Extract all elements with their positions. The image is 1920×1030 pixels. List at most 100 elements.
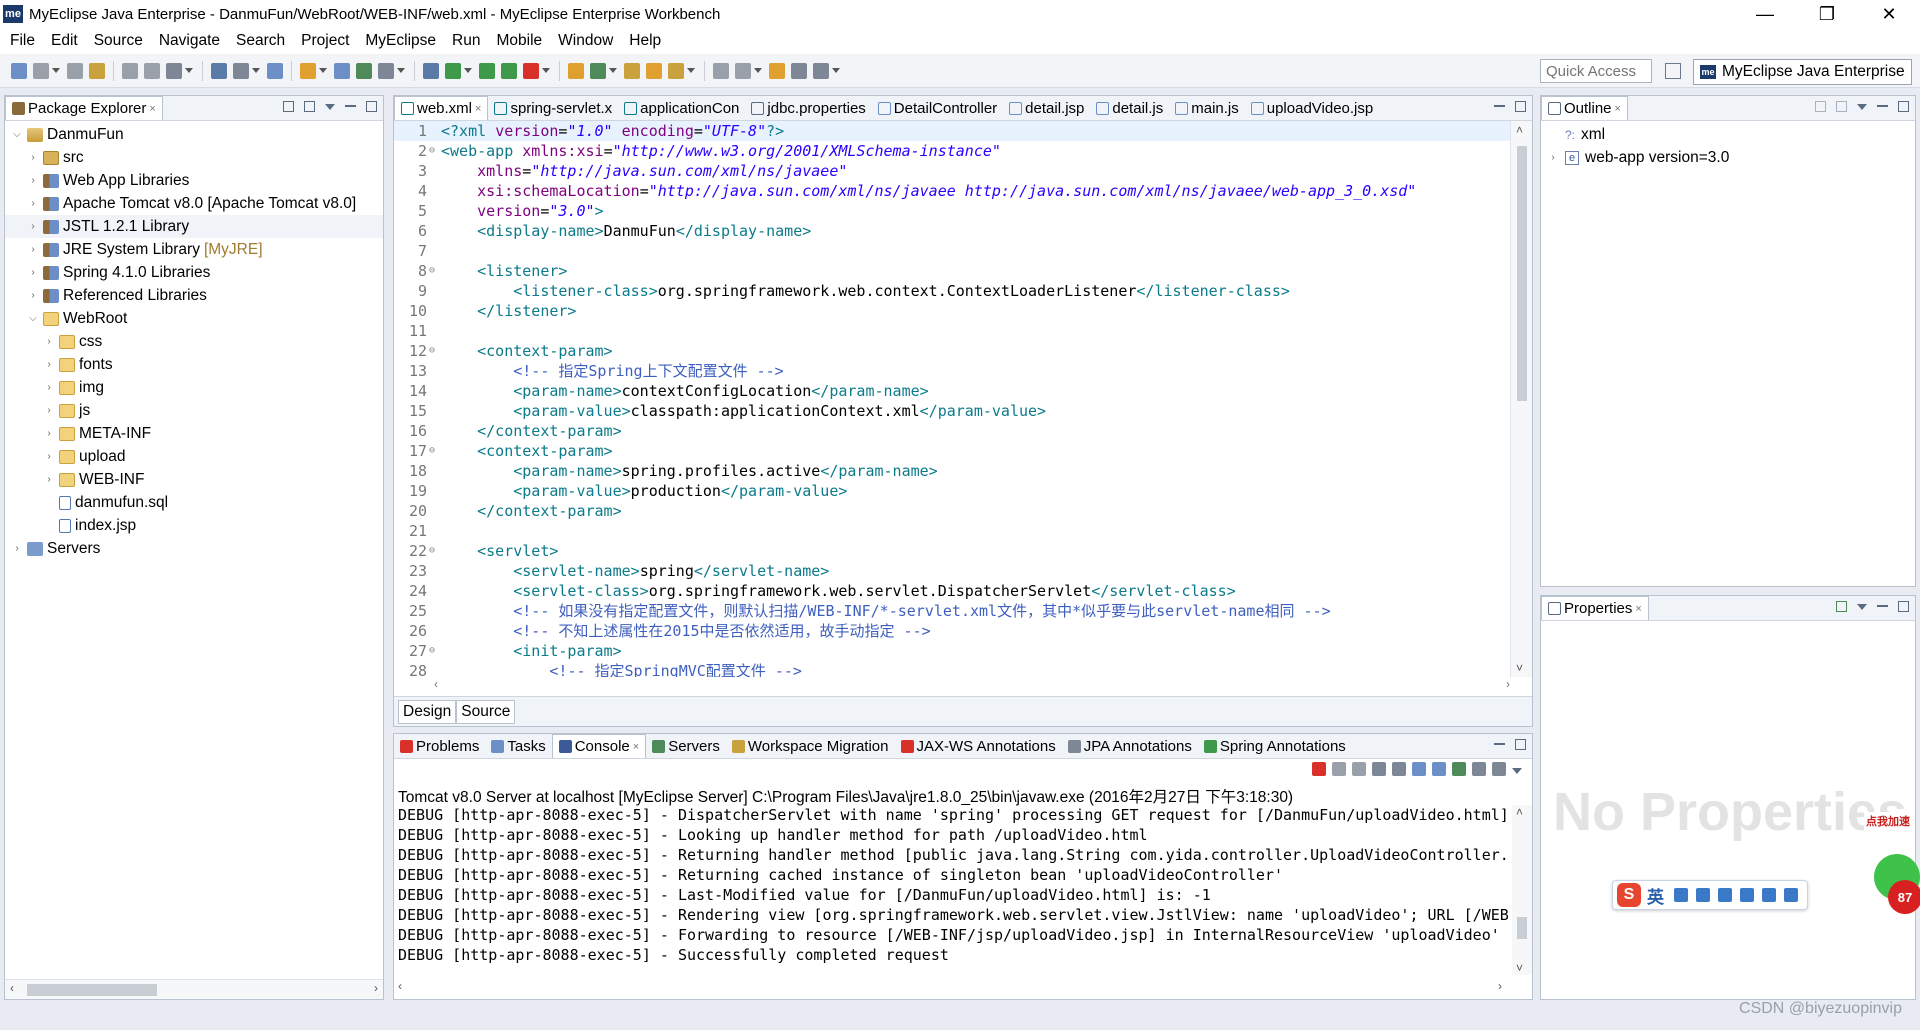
dropdown-arrow-icon[interactable] [52, 68, 60, 73]
tree-item[interactable]: › fonts [5, 353, 383, 376]
skin-icon[interactable] [1762, 888, 1776, 902]
tree-item[interactable]: › Spring 4.1.0 Libraries [5, 261, 383, 284]
twisty-icon[interactable]: › [27, 152, 39, 163]
scroll-up-icon[interactable]: ˄ [1516, 805, 1523, 819]
editor-tab[interactable]: detail.jsp [1003, 96, 1090, 120]
tab-spring-annotations[interactable]: Spring Annotations [1198, 734, 1352, 758]
new-icon[interactable] [11, 62, 27, 79]
editor-tab[interactable]: jdbc.properties [745, 96, 871, 120]
perspective-button[interactable]: me MyEclipse Java Enterprise [1693, 59, 1912, 85]
open-console-icon[interactable] [1492, 762, 1506, 776]
tab-jpa-annotations[interactable]: JPA Annotations [1062, 734, 1198, 758]
dropdown-arrow-icon[interactable] [319, 68, 327, 73]
twisty-icon[interactable]: › [43, 382, 55, 393]
scroll-down-icon[interactable]: ˅ [1516, 661, 1523, 675]
new-package-icon[interactable] [568, 62, 584, 79]
horizontal-scrollbar[interactable]: ‹ › [5, 979, 383, 999]
tree-item[interactable]: danmufun.sql [5, 491, 383, 514]
open-resource-icon[interactable] [267, 62, 283, 79]
server-icon[interactable] [356, 62, 372, 79]
outline-item[interactable]: ?: xml [1547, 123, 1915, 146]
editor-tab[interactable]: main.js [1169, 96, 1245, 120]
twisty-icon[interactable]: ⌵ [11, 129, 23, 140]
browser-icon[interactable] [378, 62, 394, 79]
tab-properties[interactable]: Properties × [1541, 596, 1649, 620]
tree-item[interactable]: › css [5, 330, 383, 353]
twisty-icon[interactable]: › [43, 405, 55, 416]
tree-item[interactable]: › Web App Libraries [5, 169, 383, 192]
close-tab-icon[interactable]: × [633, 741, 639, 753]
editor-tab[interactable]: DetailController [872, 96, 1003, 120]
twisty-icon[interactable]: › [43, 451, 55, 462]
twisty-icon[interactable]: › [27, 198, 39, 209]
maximize-view-icon[interactable] [1898, 101, 1909, 112]
scroll-left-icon[interactable]: ‹ [434, 677, 438, 691]
tree-item[interactable]: › src [5, 146, 383, 169]
maximize-editor-icon[interactable] [1515, 101, 1526, 112]
tree-item[interactable]: ⌵ DanmuFun [5, 123, 383, 146]
close-tab-icon[interactable]: × [1615, 103, 1621, 115]
close-tab-icon[interactable]: × [1635, 603, 1641, 615]
twisty-icon[interactable]: › [43, 336, 55, 347]
collapse-all-icon[interactable] [283, 101, 294, 112]
tab-package-explorer[interactable]: Package Explorer × [5, 96, 163, 120]
restore-button[interactable]: ❐ [1796, 0, 1858, 28]
fold-toggle-icon[interactable]: ⊖ [429, 261, 437, 281]
twisty-icon[interactable]: › [11, 543, 23, 554]
ime-mode-label[interactable]: 英 [1647, 883, 1664, 908]
outline-item[interactable]: › e web-app version=3.0 [1547, 146, 1915, 169]
save-all-icon[interactable] [67, 62, 83, 79]
display-console-icon[interactable] [1472, 762, 1486, 776]
scroll-left-icon[interactable]: ‹ [10, 981, 14, 995]
minimize-editor-icon[interactable] [1494, 101, 1505, 107]
tab-outline[interactable]: Outline × [1541, 96, 1628, 120]
menu-help[interactable]: Help [621, 32, 669, 50]
tree-item[interactable]: › Referenced Libraries [5, 284, 383, 307]
tab-workspace-migration[interactable]: Workspace Migration [726, 734, 895, 758]
view-menu-icon[interactable] [325, 104, 335, 110]
editor-vertical-scrollbar[interactable]: ˄ ˅ [1510, 121, 1532, 677]
ime-toolbar[interactable]: S 英 [1612, 880, 1808, 910]
debug-icon[interactable] [445, 62, 461, 79]
show-on-stdout-icon[interactable] [1412, 762, 1426, 776]
twisty-icon[interactable]: › [43, 359, 55, 370]
twisty-icon[interactable]: › [27, 244, 39, 255]
fold-toggle-icon[interactable]: ⊖ [429, 341, 437, 361]
menu-search[interactable]: Search [228, 32, 293, 50]
tab-tasks[interactable]: Tasks [485, 734, 551, 758]
user-icon[interactable] [1740, 888, 1754, 902]
run-icon[interactable] [479, 62, 495, 79]
outline-option-icon[interactable] [1815, 101, 1826, 112]
twisty-icon[interactable]: › [27, 267, 39, 278]
pin-icon[interactable] [1836, 601, 1847, 612]
tree-item[interactable]: › upload [5, 445, 383, 468]
undo-icon[interactable] [122, 62, 138, 79]
dropdown-arrow-icon[interactable] [252, 68, 260, 73]
dropdown-arrow-icon[interactable] [754, 68, 762, 73]
menu-edit[interactable]: Edit [43, 32, 86, 50]
dropdown-arrow-icon[interactable] [609, 68, 617, 73]
scroll-left-icon[interactable]: ‹ [398, 979, 402, 993]
tree-item[interactable]: › img [5, 376, 383, 399]
remove-launch-icon[interactable] [1332, 762, 1346, 776]
menu-project[interactable]: Project [293, 32, 357, 50]
tab-servers[interactable]: Servers [646, 734, 726, 758]
scroll-right-icon[interactable]: › [1506, 677, 1510, 691]
edit-icon[interactable] [668, 62, 684, 79]
console-vertical-scrollbar[interactable]: ˄ ˅ [1512, 805, 1532, 975]
layout-icon[interactable] [211, 62, 227, 79]
scroll-thumb[interactable] [27, 984, 157, 996]
new-web-project-icon[interactable] [300, 62, 316, 79]
maximize-view-icon[interactable] [1898, 601, 1909, 612]
editor-tab[interactable]: detail.js [1090, 96, 1169, 120]
dropdown-arrow-icon[interactable] [687, 68, 695, 73]
menu-mobile[interactable]: Mobile [488, 32, 550, 50]
collapse-all-icon[interactable] [1836, 101, 1847, 112]
open-folder-icon[interactable] [624, 62, 640, 79]
scroll-right-icon[interactable]: › [1498, 979, 1502, 993]
twisty-icon[interactable]: ⌵ [27, 313, 39, 324]
view-menu-icon[interactable] [1857, 604, 1867, 610]
dropdown-arrow-icon[interactable] [397, 68, 405, 73]
tree-item[interactable]: › JSTL 1.2.1 Library [5, 215, 383, 238]
back-icon[interactable] [713, 62, 729, 79]
